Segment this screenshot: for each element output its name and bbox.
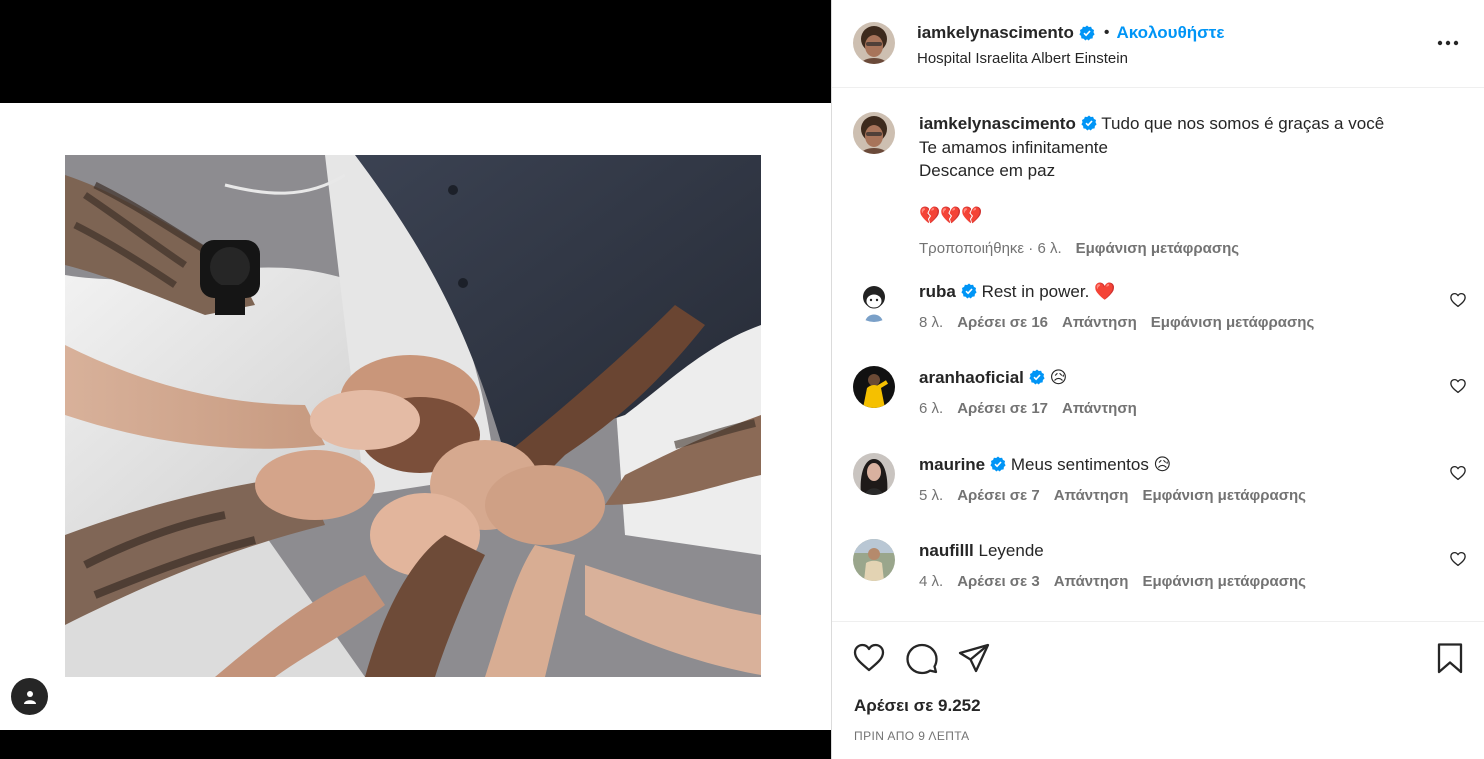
post-location[interactable]: Hospital Israelita Albert Einstein xyxy=(917,50,1128,67)
post-media-area xyxy=(0,0,831,759)
comments-list[interactable]: iamkelynascimento Tudo que nos somos é g… xyxy=(832,89,1484,621)
comment-reply-button[interactable]: Απάντηση xyxy=(1054,573,1129,590)
comment-see-translation[interactable]: Εμφάνιση μετάφρασης xyxy=(1142,487,1305,504)
ellipsis-icon[interactable] xyxy=(1437,38,1459,48)
caption-meta: Τροποποιήθηκε · 6 λ. Εμφάνιση μετάφρασης xyxy=(919,240,1253,257)
verified-badge-icon xyxy=(1081,115,1097,131)
comment-meta: 5 λ. Αρέσει σε 7 Απάντηση Εμφάνιση μετάφρασ… xyxy=(919,487,1320,504)
comment-reply-button[interactable]: Απάντηση xyxy=(1054,487,1129,504)
comment-text: 😥 xyxy=(1049,368,1068,387)
caption-see-translation[interactable]: Εμφάνιση μετάφρασης xyxy=(1076,240,1239,257)
post-details-panel: iamkelynascimento • Ακολουθήστε Hospital… xyxy=(831,0,1484,759)
heart-outline-icon[interactable] xyxy=(1449,550,1467,568)
comment-body: maurine Meus sentimentos 😥 xyxy=(919,453,1439,477)
bookmark-icon[interactable] xyxy=(1433,641,1467,675)
comment-body: ruba Rest in power. ❤️ xyxy=(919,280,1439,304)
comment-reply-button[interactable]: Απάντηση xyxy=(1062,400,1137,417)
caption-edited-time: Τροποποιήθηκε · 6 λ. xyxy=(919,240,1062,257)
person-icon xyxy=(23,690,36,704)
comment-reply-button[interactable]: Απάντηση xyxy=(1062,314,1137,331)
commenter-avatar[interactable] xyxy=(853,366,895,408)
comment-meta: 8 λ. Αρέσει σε 16 Απάντηση Εμφάνιση μετάφρα… xyxy=(919,314,1328,331)
comment-time[interactable]: 4 λ. xyxy=(919,573,943,590)
caption-username[interactable]: iamkelynascimento xyxy=(919,114,1076,133)
comment-see-translation[interactable]: Εμφάνιση μετάφρασης xyxy=(1151,314,1314,331)
heart-outline-icon[interactable] xyxy=(1449,377,1467,395)
comment-likes[interactable]: Αρέσει σε 16 xyxy=(957,314,1048,331)
verified-badge-icon xyxy=(1079,25,1095,41)
heart-outline-icon[interactable] xyxy=(852,641,886,675)
comment-likes[interactable]: Αρέσει σε 17 xyxy=(957,400,1048,417)
comment-likes[interactable]: Αρέσει σε 3 xyxy=(957,573,1040,590)
verified-badge-icon xyxy=(990,456,1006,472)
caption-text-line-3: Descance em paz xyxy=(919,161,1056,180)
comment-username[interactable]: aranhaoficial xyxy=(919,368,1024,387)
follow-button[interactable]: Ακολουθήστε xyxy=(1116,23,1224,43)
comment-username[interactable]: naufilll xyxy=(919,541,974,560)
comment-meta: 4 λ. Αρέσει σε 3 Απάντηση Εμφάνιση μετάφρασ… xyxy=(919,573,1320,590)
commenter-avatar[interactable] xyxy=(853,280,895,322)
post-timestamp[interactable]: ΠΡΙΝ ΑΠΟ 9 ΛΕΠΤΑ xyxy=(854,729,970,743)
caption-hearts: 💔💔💔 xyxy=(919,205,983,226)
comment-likes[interactable]: Αρέσει σε 7 xyxy=(957,487,1040,504)
comment-time[interactable]: 5 λ. xyxy=(919,487,943,504)
post-header: iamkelynascimento • Ακολουθήστε Hospital… xyxy=(832,0,1484,88)
header-separator: • xyxy=(1103,24,1110,41)
comment-text: Leyende xyxy=(978,541,1044,560)
comment-body: aranhaoficial 😥 xyxy=(919,366,1439,390)
comment-time[interactable]: 8 λ. xyxy=(919,314,943,331)
author-username[interactable]: iamkelynascimento xyxy=(917,23,1074,43)
heart-outline-icon[interactable] xyxy=(1449,291,1467,309)
comment-body: naufilll Leyende xyxy=(919,539,1439,563)
caption-text-line-2: Te amamos infinitamente xyxy=(919,137,1108,157)
tagged-users-button[interactable] xyxy=(11,678,48,715)
likes-count[interactable]: Αρέσει σε 9.252 xyxy=(854,696,981,716)
author-avatar[interactable] xyxy=(853,22,895,64)
commenter-avatar[interactable] xyxy=(853,453,895,495)
commenter-avatar[interactable] xyxy=(853,539,895,581)
comment-text: Meus sentimentos 😥 xyxy=(1010,455,1172,474)
comment-username[interactable]: ruba xyxy=(919,282,956,301)
speech-bubble-icon[interactable] xyxy=(905,641,939,675)
author-avatar[interactable] xyxy=(853,112,895,154)
comment-username[interactable]: maurine xyxy=(919,455,985,474)
caption-body: iamkelynascimento Tudo que nos somos é g… xyxy=(919,112,1439,228)
comment-text: Rest in power. ❤️ xyxy=(981,282,1116,301)
header-title-row: iamkelynascimento • Ακολουθήστε xyxy=(917,23,1224,43)
post-photo[interactable] xyxy=(65,155,761,677)
heart-outline-icon[interactable] xyxy=(1449,464,1467,482)
comment-meta: 6 λ. Αρέσει σε 17 Απάντηση xyxy=(919,400,1151,417)
verified-badge-icon xyxy=(961,283,977,299)
comment-time[interactable]: 6 λ. xyxy=(919,400,943,417)
paper-plane-icon[interactable] xyxy=(957,641,991,675)
comment-see-translation[interactable]: Εμφάνιση μετάφρασης xyxy=(1142,573,1305,590)
caption-text-line-1: Tudo que nos somos é graças a você xyxy=(1101,114,1385,133)
verified-badge-icon xyxy=(1029,369,1045,385)
post-actions: Αρέσει σε 9.252 ΠΡΙΝ ΑΠΟ 9 ΛΕΠΤΑ xyxy=(832,621,1484,759)
caption-line-1: iamkelynascimento Tudo que nos somos é g… xyxy=(919,112,1439,136)
